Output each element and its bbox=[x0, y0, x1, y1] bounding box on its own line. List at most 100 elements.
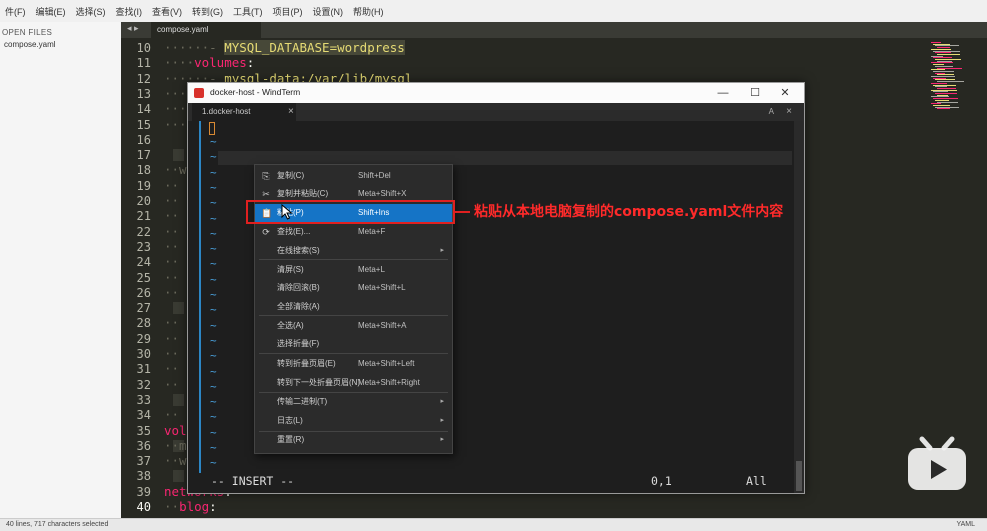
terminal-cursor bbox=[209, 122, 215, 135]
vim-empty-line-tilde: ~ bbox=[210, 333, 217, 347]
context-menu-item[interactable]: ⎘ 复制(C) Shift+Del bbox=[255, 167, 452, 185]
menu-item[interactable]: 选择(S) bbox=[71, 6, 111, 18]
context-menu-item[interactable]: 传输二进制(T) ▸ bbox=[255, 393, 452, 411]
menu-item[interactable]: 帮助(H) bbox=[348, 6, 389, 18]
menu-item[interactable]: 项目(P) bbox=[268, 6, 308, 18]
close-button[interactable]: ✕ bbox=[774, 84, 796, 102]
line-number: 39 bbox=[136, 484, 151, 499]
search-icon: ⟳ bbox=[262, 227, 270, 237]
menu-item[interactable]: 编辑(E) bbox=[31, 6, 71, 18]
context-menu-item[interactable]: 在线搜索(S) ▸ bbox=[255, 242, 452, 260]
line-number: 29 bbox=[136, 331, 151, 346]
context-menu-item[interactable]: 全部清除(A) bbox=[255, 298, 452, 316]
tab-nav-arrows[interactable]: ◂ ▸ bbox=[127, 23, 139, 34]
context-menu-separator bbox=[259, 353, 448, 354]
line-number: 15 bbox=[136, 117, 151, 132]
maximize-button[interactable]: ☐ bbox=[744, 84, 766, 102]
vim-empty-line-tilde: ~ bbox=[210, 226, 217, 240]
fold-marker bbox=[173, 393, 184, 406]
menu-item[interactable]: 转到(G) bbox=[187, 6, 228, 18]
tab-compose-yaml[interactable]: compose.yaml bbox=[151, 22, 261, 38]
copy-icon: ⎘ bbox=[262, 171, 270, 181]
line-number: 32 bbox=[136, 377, 151, 392]
line-number: 12 bbox=[136, 71, 151, 86]
vim-mode-indicator: -- INSERT -- bbox=[211, 474, 295, 488]
context-menu-shortcut: Meta+Shift+A bbox=[358, 321, 407, 330]
line-number: 10 bbox=[136, 41, 151, 55]
vim-empty-line-tilde: ~ bbox=[210, 410, 217, 424]
context-menu-item-label: 转到下一处折叠页眉(N) bbox=[277, 378, 361, 387]
scissors-icon: ✂ bbox=[262, 189, 270, 199]
submenu-arrow-icon: ▸ bbox=[440, 417, 444, 424]
menu-bar: 件(F) 编辑(E) 选择(S) 查找(I) 查看(V) 转到(G) 工具(T) 项目(P) 设… bbox=[0, 0, 987, 23]
context-menu-item-label: 转到折叠页眉(E) bbox=[277, 359, 336, 368]
code-fragment: ··w bbox=[164, 162, 187, 178]
context-menu-item[interactable]: 转到下一处折叠页眉(N) Meta+Shift+Right bbox=[255, 374, 452, 392]
context-menu-item[interactable]: 清除回滚(B) Meta+Shift+L bbox=[255, 279, 452, 297]
line-number: 22 bbox=[136, 224, 151, 239]
code-fragment: ·· bbox=[164, 330, 180, 346]
vim-empty-line-tilde: ~ bbox=[210, 425, 217, 439]
line-number: 30 bbox=[136, 347, 151, 361]
context-menu-shortcut: Shift+Del bbox=[358, 171, 391, 180]
menu-item[interactable]: 件(F) bbox=[0, 6, 31, 18]
vim-empty-line-tilde: ~ bbox=[210, 456, 217, 470]
code-line: ······- MYSQL_DATABASE=wordpress bbox=[164, 40, 405, 55]
context-menu-item[interactable]: 转到折叠页眉(E) Meta+Shift+Left bbox=[255, 355, 452, 373]
menu-item[interactable]: 查找(I) bbox=[111, 6, 148, 18]
context-menu-item[interactable]: 选择折叠(F) bbox=[255, 335, 452, 353]
windterm-title: docker-host - WindTerm bbox=[210, 87, 301, 97]
code-fragment: ·· bbox=[164, 208, 180, 224]
menu-item[interactable]: 查看(V) bbox=[147, 6, 187, 18]
context-menu-item[interactable]: ⟳ 查找(E)... Meta+F bbox=[255, 223, 452, 241]
selection-status: 40 lines, 717 characters selected bbox=[6, 521, 109, 528]
scrollbar-thumb[interactable] bbox=[796, 461, 802, 491]
line-number: 35 bbox=[136, 423, 151, 438]
context-menu-shortcut: Meta+F bbox=[358, 227, 386, 236]
code-fragment: ···· bbox=[164, 55, 195, 71]
menu-item[interactable]: 工具(T) bbox=[228, 6, 268, 18]
context-menu-shortcut: Meta+Shift+Right bbox=[358, 378, 420, 387]
editor-tab-bar: ◂ ▸ compose.yaml bbox=[121, 22, 987, 38]
context-menu-item-label: 查找(E)... bbox=[277, 227, 311, 236]
vim-cursor-position: 0,1 bbox=[651, 474, 672, 488]
syntax-status[interactable]: YAML bbox=[956, 521, 975, 528]
line-number: 40 bbox=[136, 500, 151, 514]
code-fragment: ·· bbox=[164, 254, 180, 270]
line-number: 16 bbox=[136, 132, 151, 147]
windterm-titlebar[interactable]: docker-host - WindTerm — ☐ ✕ bbox=[188, 83, 804, 103]
context-menu-item-label: 传输二进制(T) bbox=[277, 397, 328, 406]
vim-empty-line-tilde: ~ bbox=[210, 242, 217, 256]
line-number: 34 bbox=[136, 408, 151, 423]
submenu-arrow-icon: ▸ bbox=[440, 398, 444, 405]
tab-bar-a-button[interactable]: A bbox=[769, 103, 774, 121]
annotation-highlight-box bbox=[246, 200, 455, 224]
code-fragment: ·· bbox=[164, 315, 180, 331]
context-menu-item[interactable]: 清屏(S) Meta+L bbox=[255, 261, 452, 279]
bilibili-logo-icon bbox=[908, 436, 966, 490]
minimap-line bbox=[937, 108, 950, 110]
sidebar-file-compose[interactable]: compose.yaml bbox=[4, 40, 56, 49]
line-number: 14 bbox=[136, 102, 151, 117]
terminal-scrollbar[interactable] bbox=[794, 121, 804, 493]
minimize-button[interactable]: — bbox=[712, 84, 734, 102]
vim-empty-line-tilde: ~ bbox=[210, 395, 217, 409]
line-number: 31 bbox=[136, 362, 151, 377]
context-menu-item-label: 清屏(S) bbox=[277, 265, 304, 274]
tab-docker-host[interactable]: 1.docker-host × bbox=[192, 103, 296, 121]
context-menu-item[interactable]: 重置(R) ▸ bbox=[255, 431, 452, 449]
vim-empty-line-tilde: ~ bbox=[210, 180, 217, 194]
line-number: 36 bbox=[136, 438, 151, 453]
annotation-text: 粘贴从本地电脑复制的compose.yaml文件内容 bbox=[474, 204, 784, 220]
context-menu-separator bbox=[259, 259, 448, 260]
tab-bar-close-button[interactable]: × bbox=[786, 103, 792, 121]
vim-empty-line-tilde: ~ bbox=[210, 379, 217, 393]
menu-item[interactable]: 设置(N) bbox=[308, 6, 349, 18]
vim-empty-line-tilde: ~ bbox=[210, 211, 217, 225]
code-fragment: ·· bbox=[164, 238, 180, 254]
vim-empty-line-tilde: ~ bbox=[210, 135, 217, 148]
vim-empty-line-tilde: ~ bbox=[210, 349, 217, 363]
context-menu-item[interactable]: 全选(A) Meta+Shift+A bbox=[255, 317, 452, 335]
context-menu-item[interactable]: 日志(L) ▸ bbox=[255, 412, 452, 430]
tab-close-icon[interactable]: × bbox=[288, 103, 294, 121]
